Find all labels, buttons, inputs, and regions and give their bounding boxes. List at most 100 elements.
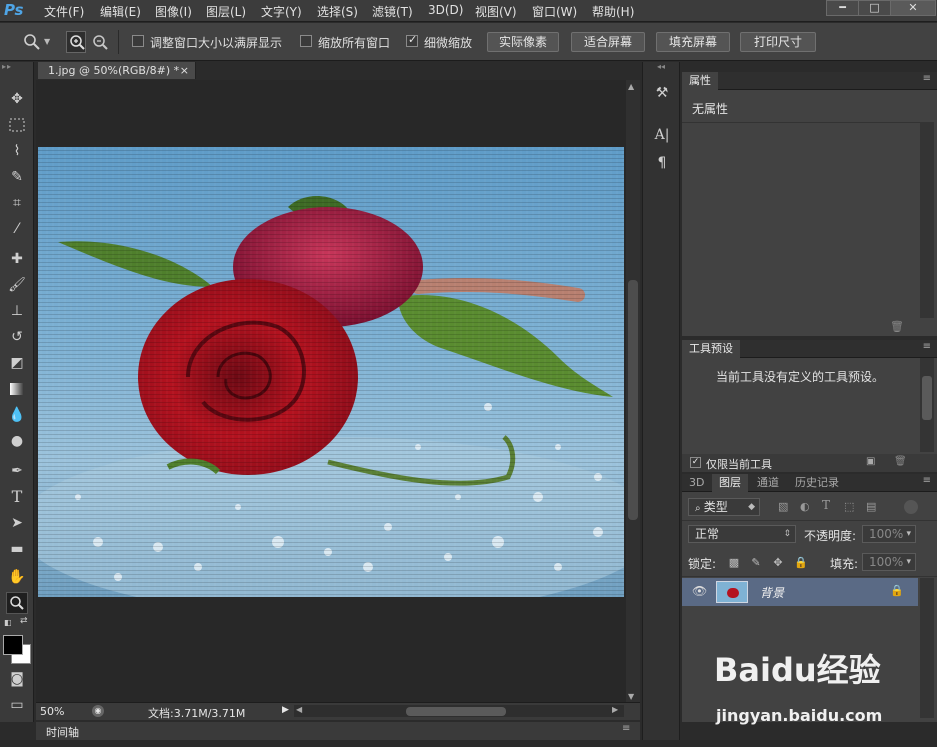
- menu-image[interactable]: 图像(I): [155, 3, 192, 20]
- filter-toggle-switch[interactable]: [904, 500, 918, 514]
- layers-menu-icon[interactable]: ≡: [923, 475, 931, 486]
- opacity-field[interactable]: 100% ▾: [862, 525, 916, 543]
- timeline-panel-header[interactable]: 时间轴 ≡: [36, 722, 640, 740]
- menu-window[interactable]: 窗口(W): [532, 3, 577, 20]
- quick-mask-icon[interactable]: ◙: [6, 668, 28, 690]
- restore-button[interactable]: □: [858, 0, 891, 16]
- scrubby-zoom-checkbox[interactable]: [406, 33, 418, 47]
- timeline-menu-icon[interactable]: ≡: [622, 723, 630, 734]
- tab-3d[interactable]: 3D: [682, 474, 711, 492]
- layer-name[interactable]: 背景: [760, 584, 784, 601]
- filter-adjustment-icon[interactable]: ◐: [800, 500, 810, 513]
- minimize-button[interactable]: ━: [826, 0, 859, 16]
- blur-tool-icon[interactable]: 💧: [6, 404, 28, 426]
- zoom-tool-preset-icon[interactable]: [22, 32, 42, 52]
- move-tool-icon[interactable]: ✥: [6, 88, 28, 110]
- blend-mode-dropdown[interactable]: 正常 ⇕: [688, 525, 796, 543]
- layers-scrollbar[interactable]: [920, 578, 934, 718]
- current-tool-only-checkbox[interactable]: ✓: [690, 457, 701, 468]
- properties-trash-icon[interactable]: 🗑: [890, 320, 904, 333]
- default-colors-icon[interactable]: ◧: [4, 618, 14, 628]
- tool-presets-menu-icon[interactable]: ≡: [923, 341, 931, 352]
- lock-all-icon[interactable]: 🔒: [794, 557, 808, 569]
- lasso-tool-icon[interactable]: ⌇: [6, 140, 28, 162]
- scroll-right-arrow-icon[interactable]: ▶: [612, 705, 618, 714]
- tool-presets-scroll-thumb[interactable]: [922, 376, 932, 420]
- screen-mode-icon[interactable]: ▭: [6, 694, 28, 716]
- menu-select[interactable]: 选择(S): [317, 3, 358, 20]
- dodge-tool-icon[interactable]: ●: [6, 430, 28, 452]
- document-tab-close-icon[interactable]: ×: [180, 62, 189, 79]
- tab-tool-presets[interactable]: 工具预设: [682, 340, 740, 358]
- eraser-tool-icon[interactable]: ◩: [6, 352, 28, 374]
- tab-properties[interactable]: 属性: [682, 72, 718, 90]
- marquee-tool-icon[interactable]: [6, 114, 28, 136]
- paragraph-panel-icon[interactable]: ¶: [653, 154, 671, 172]
- panel-collapse-icon[interactable]: ▸▸: [2, 62, 32, 72]
- lock-position-icon[interactable]: ✥: [772, 557, 784, 569]
- menu-help[interactable]: 帮助(H): [592, 3, 634, 20]
- tab-history[interactable]: 历史记录: [788, 474, 846, 492]
- layer-filter-dropdown[interactable]: ⌕ 类型 ◆: [688, 498, 760, 516]
- character-panel-icon[interactable]: A|: [653, 126, 671, 144]
- actual-pixels-button[interactable]: 实际像素: [487, 32, 559, 52]
- zoom-in-icon[interactable]: [66, 31, 86, 53]
- properties-scrollbar[interactable]: [920, 122, 934, 318]
- menu-type[interactable]: 文字(Y): [261, 3, 302, 20]
- path-select-tool-icon[interactable]: ➤: [6, 512, 28, 534]
- preset-dropdown-arrow-icon[interactable]: ▼: [44, 37, 50, 46]
- menu-layer[interactable]: 图层(L): [206, 3, 246, 20]
- foreground-color-swatch[interactable]: [3, 635, 23, 655]
- brush-tool-icon[interactable]: 🖌: [6, 274, 28, 296]
- gradient-tool-icon[interactable]: [6, 378, 28, 400]
- zoom-out-icon[interactable]: [90, 32, 110, 52]
- dock-collapse-icon[interactable]: ◂◂: [643, 62, 679, 72]
- menu-file[interactable]: 文件(F): [44, 3, 84, 20]
- status-info-icon[interactable]: ◉: [92, 705, 104, 717]
- pen-tool-icon[interactable]: ✒: [6, 460, 28, 482]
- zoom-level-field[interactable]: 50%: [40, 705, 64, 718]
- vertical-scroll-thumb[interactable]: [628, 280, 638, 520]
- status-menu-arrow-icon[interactable]: ▶: [282, 705, 289, 715]
- document-tab[interactable]: 1.jpg @ 50%(RGB/8#) * ×: [38, 62, 196, 79]
- menu-filter[interactable]: 滤镜(T): [372, 3, 413, 20]
- close-button[interactable]: ✕: [890, 0, 936, 16]
- fill-screen-button[interactable]: 填充屏幕: [656, 32, 730, 52]
- hand-tool-icon[interactable]: ✋: [6, 566, 28, 588]
- layer-row[interactable]: 👁 背景 🔒: [682, 578, 918, 606]
- quick-select-tool-icon[interactable]: ✎: [6, 166, 28, 188]
- eyedropper-tool-icon[interactable]: ⁄: [6, 218, 28, 240]
- filter-pixel-icon[interactable]: ▧: [778, 500, 788, 513]
- rectangle-tool-icon[interactable]: ▬: [6, 538, 28, 560]
- healing-brush-tool-icon[interactable]: ✚: [6, 248, 28, 270]
- filter-smart-object-icon[interactable]: ▤: [866, 500, 876, 513]
- properties-menu-icon[interactable]: ≡: [923, 73, 931, 84]
- lock-image-pixels-icon[interactable]: ✎: [750, 557, 762, 569]
- delete-preset-icon[interactable]: 🗑: [894, 456, 907, 467]
- new-preset-icon[interactable]: ▣: [866, 456, 875, 467]
- history-brush-tool-icon[interactable]: ↺: [6, 326, 28, 348]
- menu-view[interactable]: 视图(V): [475, 3, 517, 20]
- tab-layers[interactable]: 图层: [712, 474, 748, 492]
- type-tool-icon[interactable]: T: [6, 486, 28, 508]
- layer-lock-icon[interactable]: 🔒: [890, 584, 904, 597]
- tab-channels[interactable]: 通道: [750, 474, 786, 492]
- scroll-down-arrow-icon[interactable]: ▼: [628, 692, 634, 701]
- menu-3d[interactable]: 3D(D): [428, 3, 463, 17]
- horizontal-scroll-thumb[interactable]: [406, 707, 506, 716]
- fit-screen-button[interactable]: 适合屏幕: [571, 32, 645, 52]
- print-size-button[interactable]: 打印尺寸: [740, 32, 816, 52]
- swap-colors-icon[interactable]: ⇄: [20, 616, 30, 626]
- zoom-tool-icon[interactable]: [6, 592, 28, 614]
- tool-presets-dock-icon[interactable]: ⚒: [653, 84, 671, 102]
- scroll-left-arrow-icon[interactable]: ◀: [296, 705, 302, 714]
- eye-icon[interactable]: 👁: [692, 584, 707, 598]
- lock-transparent-pixels-icon[interactable]: ▩: [728, 557, 740, 569]
- fill-field[interactable]: 100% ▾: [862, 553, 916, 571]
- filter-type-icon[interactable]: T: [822, 498, 830, 512]
- scroll-up-arrow-icon[interactable]: ▲: [628, 82, 634, 91]
- zoom-all-windows-checkbox[interactable]: [300, 35, 312, 47]
- menu-edit[interactable]: 编辑(E): [100, 3, 141, 20]
- crop-tool-icon[interactable]: ⌗: [6, 192, 28, 214]
- filter-shape-icon[interactable]: ⬚: [844, 500, 854, 513]
